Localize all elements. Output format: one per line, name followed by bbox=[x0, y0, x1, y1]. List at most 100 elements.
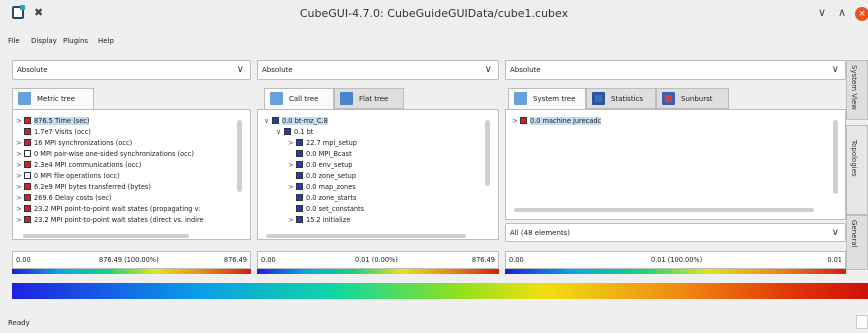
row-label: 0.1 bt bbox=[294, 128, 314, 136]
horizontal-scrollbar[interactable] bbox=[266, 234, 466, 238]
list-item[interactable]: >2.3e4 MPI communications (occ) bbox=[16, 160, 142, 171]
list-item[interactable]: >22.7 mpi_setup bbox=[288, 138, 357, 149]
chevron-down-icon[interactable]: ∨ bbox=[276, 127, 284, 137]
tab-system-tree[interactable]: System tree bbox=[508, 88, 586, 110]
list-item[interactable]: >0.0 env_setup bbox=[288, 160, 352, 171]
system-mode-value: Absolute bbox=[510, 66, 541, 74]
list-item[interactable]: >876.5 Time (sec) bbox=[16, 116, 90, 127]
chevron-right-icon[interactable]: > bbox=[16, 116, 24, 126]
chevron-right-icon[interactable]: > bbox=[288, 138, 296, 148]
chevron-right-icon[interactable]: > bbox=[16, 171, 24, 181]
sidebar-label: General bbox=[850, 220, 858, 248]
chevron-right-icon[interactable]: > bbox=[16, 204, 24, 214]
list-item[interactable]: >6.2e9 MPI bytes transferred (bytes) bbox=[16, 182, 151, 193]
close-icon[interactable]: × bbox=[855, 7, 868, 21]
menu-help[interactable]: Help bbox=[98, 37, 114, 45]
chevron-down-icon[interactable]: ∨ bbox=[264, 116, 272, 126]
sidebar-label: Topologies bbox=[850, 140, 858, 177]
list-item[interactable]: >15.2 initialize bbox=[288, 215, 350, 226]
system-mode-select[interactable]: Absolute ∨ bbox=[505, 60, 846, 80]
chevron-right-icon[interactable]: > bbox=[512, 116, 520, 126]
tab-system-view[interactable]: System View bbox=[846, 60, 868, 120]
list-item[interactable]: >23.2 MPI point-to-point wait states (pr… bbox=[16, 204, 200, 215]
system-tree-panel[interactable]: >0.0 machine jurecadc bbox=[505, 109, 846, 220]
vertical-scrollbar[interactable] bbox=[833, 120, 838, 194]
horizontal-scrollbar[interactable] bbox=[514, 208, 814, 212]
value-color-icon bbox=[24, 150, 31, 157]
row-label: 0.0 bt-mz_C.8 bbox=[282, 117, 328, 125]
tab-statistics[interactable]: Statistics bbox=[586, 88, 656, 109]
vertical-scrollbar[interactable] bbox=[485, 120, 490, 186]
value-color-icon bbox=[520, 117, 527, 124]
row-label: 0.0 machine jurecadc bbox=[530, 117, 602, 125]
corner-widget[interactable] bbox=[856, 315, 868, 329]
vertical-scrollbar[interactable] bbox=[237, 120, 242, 192]
tab-metric-tree[interactable]: Metric tree bbox=[12, 88, 94, 110]
value-color-icon bbox=[24, 205, 31, 212]
list-item[interactable]: >23.2 MPI point-to-point wait states (di… bbox=[16, 215, 204, 226]
min-value: 0.00 bbox=[509, 256, 524, 264]
value-color-icon bbox=[296, 183, 303, 190]
tab-sunburst[interactable]: Sunburst bbox=[656, 88, 729, 109]
tab-label: Call tree bbox=[289, 95, 319, 103]
chevron-down-icon: ∨ bbox=[831, 227, 839, 238]
chevron-right-icon[interactable]: > bbox=[16, 215, 24, 225]
list-item[interactable]: ∨ 0.1 bt bbox=[276, 127, 313, 138]
system-filter-select[interactable]: All (48 elements) ∨ bbox=[505, 223, 846, 242]
statistics-icon bbox=[592, 92, 605, 105]
menu-display[interactable]: Display bbox=[31, 37, 57, 45]
list-item[interactable]: 0.0 zone_setup bbox=[288, 171, 356, 182]
row-label: 16 MPI synchronizations (occ) bbox=[34, 139, 133, 147]
row-label: 0.0 set_constants bbox=[306, 205, 365, 213]
value-color-icon bbox=[296, 161, 303, 168]
selected-value: 0.01 (0.00%) bbox=[355, 256, 398, 264]
chevron-right-icon[interactable]: > bbox=[288, 182, 296, 192]
menu-plugins[interactable]: Plugins bbox=[63, 37, 88, 45]
value-color-icon bbox=[24, 128, 31, 135]
row-label: 23.2 MPI point-to-point wait states (pro… bbox=[34, 205, 201, 213]
tab-general[interactable]: General bbox=[846, 215, 868, 270]
maximize-icon[interactable]: ∧ bbox=[838, 6, 846, 19]
value-color-icon bbox=[24, 194, 31, 201]
chevron-right-icon[interactable]: > bbox=[16, 193, 24, 203]
metric-tree-panel[interactable]: >876.5 Time (sec) 1.7e7 Visits (occ) >16… bbox=[12, 109, 251, 240]
list-item[interactable]: >0.0 map_zones bbox=[288, 182, 356, 193]
list-item[interactable]: 0.0 set_constants bbox=[288, 204, 364, 215]
chevron-right-icon[interactable]: > bbox=[16, 182, 24, 192]
list-item[interactable]: >0 MPI pair-wise one-sided synchronizati… bbox=[16, 149, 194, 160]
chevron-right-icon[interactable]: > bbox=[16, 149, 24, 159]
tab-call-tree[interactable]: Call tree bbox=[264, 88, 334, 110]
chevron-right-icon[interactable]: > bbox=[16, 160, 24, 170]
tab-flat-tree[interactable]: Flat tree bbox=[334, 88, 404, 109]
value-color-icon bbox=[24, 216, 31, 223]
call-mode-select[interactable]: Absolute ∨ bbox=[257, 60, 499, 80]
value-color-icon bbox=[24, 161, 31, 168]
window-title: CubeGUI-4.7.0: CubeGuideGUIData/cube1.cu… bbox=[299, 7, 569, 20]
value-color-icon bbox=[296, 150, 303, 157]
system-value-bar: 0.00 0.01 (100.00%) 0.01 bbox=[505, 251, 846, 269]
metric-mode-select[interactable]: Absolute ∨ bbox=[12, 60, 251, 80]
list-item[interactable]: 1.7e7 Visits (occ) bbox=[16, 127, 91, 138]
max-value: 876.49 bbox=[223, 256, 247, 264]
value-color-icon bbox=[296, 139, 303, 146]
chevron-right-icon[interactable]: > bbox=[288, 215, 296, 225]
list-item[interactable]: ∨ 0.0 bt-mz_C.8 bbox=[264, 116, 328, 127]
list-item[interactable]: >269.6 Delay costs (sec) bbox=[16, 193, 111, 204]
tab-label: Flat tree bbox=[359, 95, 389, 103]
list-item[interactable]: 0.0 zone_starts bbox=[288, 193, 356, 204]
chevron-right-icon[interactable]: > bbox=[16, 138, 24, 148]
row-label: 0.0 zone_starts bbox=[306, 194, 357, 202]
list-item[interactable]: 0.0 MPI_Bcast bbox=[288, 149, 352, 160]
list-item[interactable]: >0 MPI file operations (occ) bbox=[16, 171, 120, 182]
row-label: 0.0 env_setup bbox=[306, 161, 353, 169]
horizontal-scrollbar[interactable] bbox=[23, 234, 189, 238]
tab-label: Sunburst bbox=[681, 95, 713, 103]
list-item[interactable]: >0.0 machine jurecadc bbox=[512, 116, 602, 127]
tab-topologies[interactable]: Topologies bbox=[846, 125, 868, 215]
call-tree-panel[interactable]: ∨ 0.0 bt-mz_C.8 ∨ 0.1 bt >22.7 mpi_setup 0… bbox=[257, 109, 499, 240]
list-item[interactable]: >16 MPI synchronizations (occ) bbox=[16, 138, 132, 149]
min-value: 0.00 bbox=[16, 256, 31, 264]
menu-file[interactable]: File bbox=[8, 37, 20, 45]
minimize-icon[interactable]: ∨ bbox=[818, 6, 826, 19]
chevron-right-icon[interactable]: > bbox=[288, 160, 296, 170]
